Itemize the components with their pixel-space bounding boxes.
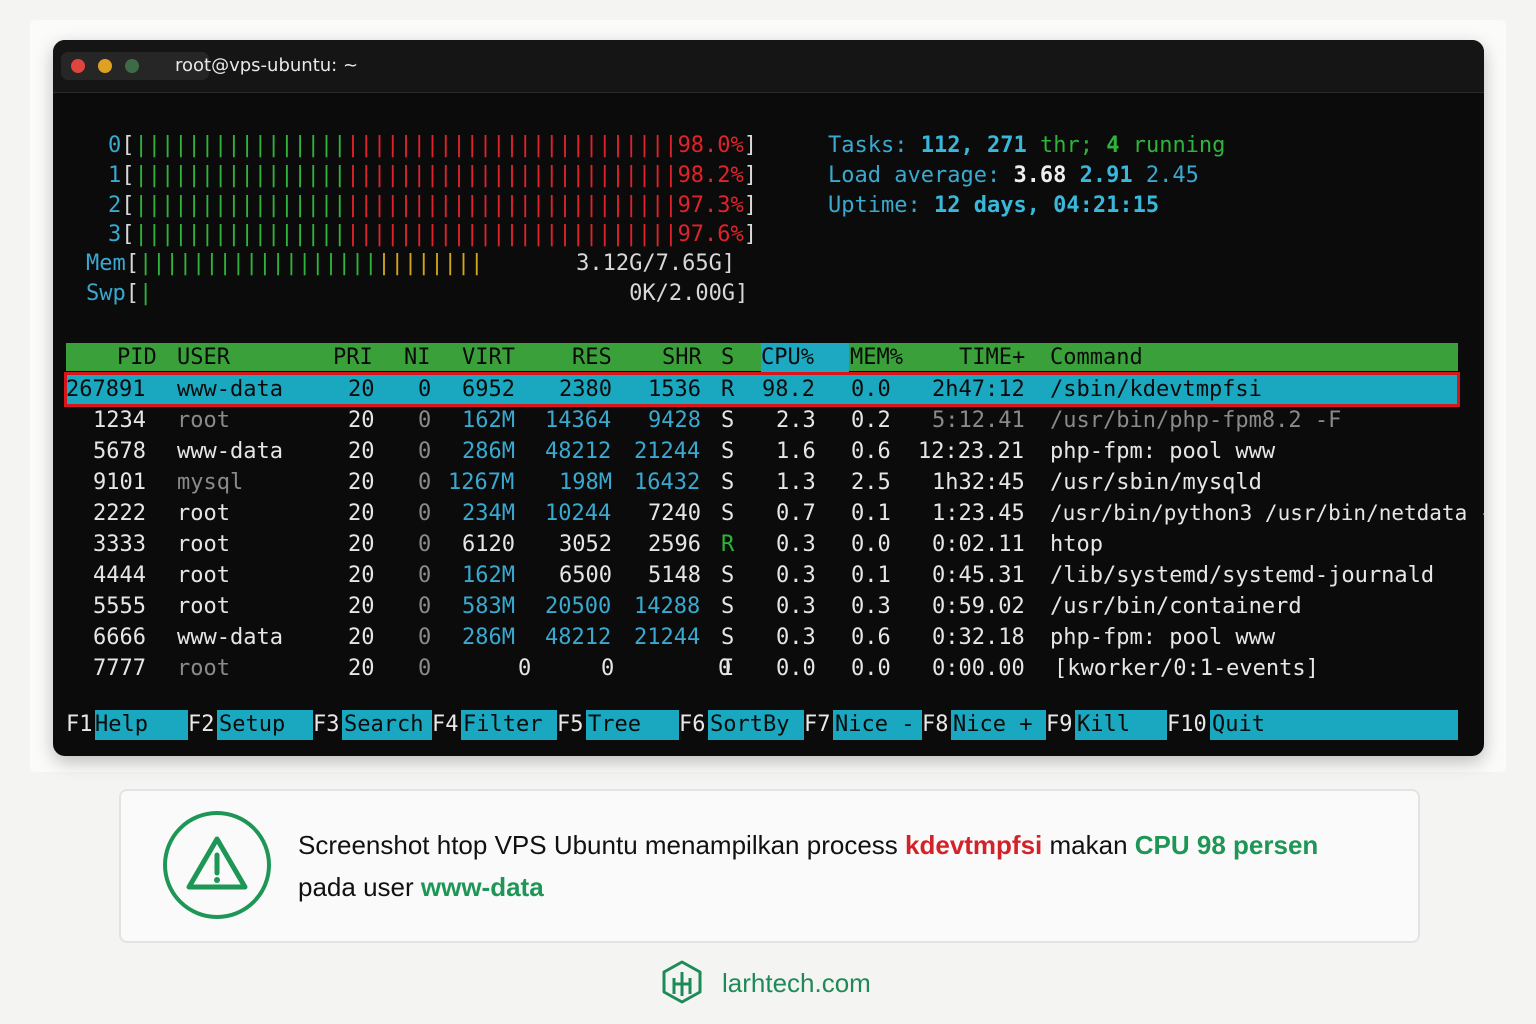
site-footer[interactable]: larhtech.com: [658, 958, 898, 1008]
terminal-window[interactable]: root@vps-ubuntu: ~ 0[|||||||||||||||||||…: [53, 40, 1484, 756]
fkey-f10: F10: [1167, 710, 1210, 740]
fkey-f1: F1: [66, 710, 95, 740]
col-ni: NI: [404, 345, 431, 370]
swap-meter: Swp[| 0K/2.00G]: [86, 281, 749, 306]
col-mem: MEM%: [850, 345, 903, 370]
process-row[interactable]: 9101 mysql 20 0 1267M 198M 16432 S 1.3 2…: [66, 467, 1458, 498]
col-command: Command: [1050, 345, 1143, 370]
cpu-meter-3: 3[||||||||||||||||||||||||||||||||||||||…: [108, 222, 758, 247]
col-pri: PRI: [333, 345, 373, 370]
quit-button[interactable]: Quit: [1212, 710, 1265, 740]
close-button[interactable]: [71, 59, 85, 73]
process-row[interactable]: 5555 root 20 0 583M 20500 14288 S 0.3 0.…: [66, 591, 1458, 622]
load-average-line: Load average: 3.68 2.91 2.45: [828, 163, 1199, 188]
search-button[interactable]: Search: [344, 710, 423, 740]
swap-total: 2.00G: [668, 281, 736, 306]
window-title: root@vps-ubuntu: ~: [175, 55, 359, 76]
col-time: TIME+: [959, 345, 1026, 370]
help-button[interactable]: Help: [95, 710, 148, 740]
caption-text: Screenshot htop VPS Ubuntu menampilkan p…: [298, 830, 1319, 902]
process-name: kdevtmpfsi: [905, 830, 1043, 860]
fkey-f7: F7: [804, 710, 833, 740]
tree-button[interactable]: Tree: [588, 710, 641, 740]
cpu-usage-text: CPU 98 persen: [1134, 830, 1319, 860]
col-shr: SHR: [662, 345, 702, 370]
process-row-selected[interactable]: 267891 www-data 20 0 6952 2380 1536 R 98…: [64, 372, 1460, 407]
setup-button[interactable]: Setup: [219, 710, 285, 740]
process-row[interactable]: 3333 root 20 0 6120 3052 2596 R 0.3 0.0 …: [66, 529, 1458, 560]
process-row[interactable]: 5678 www-data 20 0 286M 48212 21244 S 1.…: [66, 436, 1458, 467]
cpu-meter-1: 1[||||||||||||||||||||||||||||||||||||||…: [108, 163, 758, 188]
user-name: www-data: [420, 872, 544, 902]
process-table-header[interactable]: PID USER PRI NI VIRT RES SHR S CPU% MEM%…: [66, 343, 1458, 373]
mem-used: 3.12G: [576, 251, 643, 276]
cpu-value: 98.2%: [677, 163, 744, 188]
nice-minus-button[interactable]: Nice -: [835, 710, 914, 740]
tasks-line: Tasks: 112, 271 thr; 4 running: [828, 133, 1226, 158]
filter-button[interactable]: Filter: [463, 710, 542, 740]
col-user: USER: [177, 345, 230, 370]
sortby-button[interactable]: SortBy: [710, 710, 789, 740]
larhtech-logo-icon: [658, 958, 706, 1006]
cpu-meter-0: 0[||||||||||||||||||||||||||||||||||||||…: [108, 133, 758, 158]
swap-used: 0K: [629, 281, 656, 306]
fkey-f4: F4: [432, 710, 461, 740]
nice-plus-button[interactable]: Nice +: [953, 710, 1032, 740]
col-virt: VIRT: [462, 345, 515, 370]
fkey-f2: F2: [188, 710, 217, 740]
cpu-label: 2: [108, 193, 122, 218]
mem-meter: Mem[|||||||||||||||||||||||||| 3.12G/7.6…: [86, 251, 736, 276]
col-cpu: CPU%: [761, 343, 849, 373]
fkey-f9: F9: [1046, 710, 1075, 740]
col-pid: PID: [117, 345, 157, 370]
cpu-value: 98.0%: [677, 133, 744, 158]
cpu-meter-2: 2[||||||||||||||||||||||||||||||||||||||…: [108, 193, 758, 218]
col-s: S: [721, 345, 735, 370]
caption-box: Screenshot htop VPS Ubuntu menampilkan p…: [119, 789, 1420, 943]
process-row[interactable]: 7777 root 20 0 0 0 0 I 0.0 0.0 0:00.00 […: [66, 653, 1458, 684]
cpu-value: 97.6%: [677, 222, 744, 247]
warning-triangle-icon: [163, 811, 271, 919]
process-row[interactable]: 6666 www-data 20 0 286M 48212 21244 S 0.…: [66, 622, 1458, 653]
kill-button[interactable]: Kill: [1077, 710, 1130, 740]
title-bar: root@vps-ubuntu: ~: [53, 40, 1484, 93]
process-row[interactable]: 1234 root 20 0 162M 14364 9428 S 2.3 0.2…: [66, 405, 1458, 436]
function-key-bar: F1 Help F2 Setup F3 Search F4 Filter F5 …: [66, 710, 1458, 740]
fkey-f3: F3: [313, 710, 342, 740]
mem-label: Mem: [86, 251, 126, 276]
process-row[interactable]: 2222 root 20 0 234M 10244 7240 S 0.7 0.1…: [66, 498, 1484, 529]
uptime-line: Uptime: 12 days, 04:21:15: [828, 193, 1160, 218]
swap-label: Swp: [86, 281, 126, 306]
minimize-button[interactable]: [98, 59, 112, 73]
fkey-f6: F6: [679, 710, 708, 740]
fkey-f8: F8: [922, 710, 951, 740]
site-link[interactable]: larhtech.com: [722, 968, 871, 999]
col-res: RES: [572, 345, 612, 370]
cpu-label: 3: [108, 222, 122, 247]
fkey-f5: F5: [557, 710, 586, 740]
cpu-value: 97.3%: [677, 193, 744, 218]
mem-total: 7.65G: [655, 251, 722, 276]
cpu-label: 1: [108, 163, 122, 188]
cpu-label: 0: [108, 133, 122, 158]
maximize-button[interactable]: [125, 59, 139, 73]
process-row[interactable]: 4444 root 20 0 162M 6500 5148 S 0.3 0.1 …: [66, 560, 1458, 591]
